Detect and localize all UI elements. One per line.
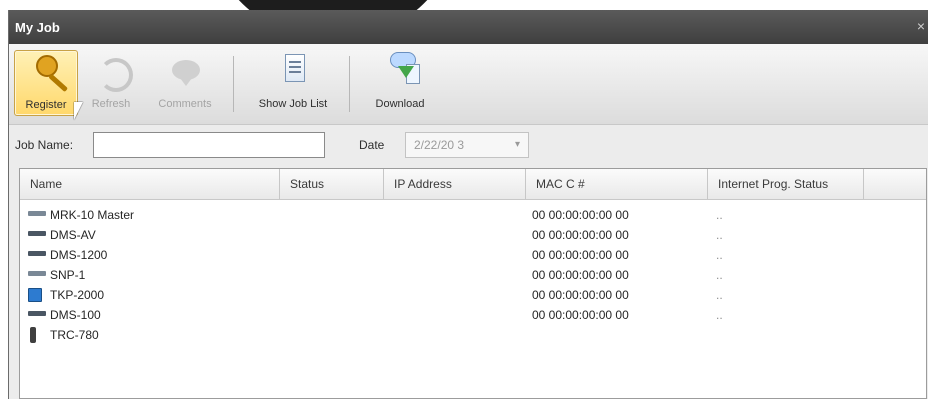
device-bar-icon — [28, 211, 46, 216]
device-bar-icon — [28, 231, 46, 236]
device-internet-status: .. — [716, 248, 723, 262]
date-label: Date — [359, 138, 385, 152]
refresh-label: Refresh — [91, 98, 131, 110]
download-button[interactable]: Download — [357, 50, 443, 114]
device-bar-icon — [28, 271, 46, 276]
device-mac: 00 00:00:00:00 00 — [532, 228, 629, 242]
comments-icon — [165, 50, 205, 90]
device-name: TRC-780 — [50, 328, 99, 342]
device-internet-status: .. — [716, 288, 723, 302]
job-name-label: Job Name: — [15, 138, 74, 152]
filter-bar: Job Name: Date 2/22/20 3 ▾ — [9, 124, 928, 168]
table-row[interactable]: MRK-10 Master 00 00:00:00:00 00 .. — [20, 205, 926, 225]
column-header-internet-prog-status[interactable]: Internet Prog. Status — [708, 169, 864, 199]
refresh-icon — [91, 50, 133, 92]
table-row[interactable]: DMS-1200 00 00:00:00:00 00 .. — [20, 245, 926, 265]
toolbar: Register Refresh Comments Show Job List … — [9, 44, 928, 125]
register-button[interactable]: Register — [14, 50, 78, 116]
my-job-window: My Job × Register Refresh Comments Show … — [8, 10, 928, 399]
job-name-input[interactable] — [93, 132, 325, 158]
column-header-name[interactable]: Name — [20, 169, 280, 199]
show-job-list-button[interactable]: Show Job List — [241, 50, 345, 114]
device-bar-icon — [28, 311, 46, 316]
comments-label: Comments — [158, 98, 212, 110]
device-name: SNP-1 — [50, 268, 86, 282]
device-internet-status: .. — [716, 208, 723, 222]
device-mac: 00 00:00:00:00 00 — [532, 268, 629, 282]
key-icon — [26, 51, 66, 91]
close-icon[interactable]: × — [917, 18, 925, 34]
download-label: Download — [375, 98, 425, 110]
device-internet-status: .. — [716, 228, 723, 242]
column-header-mac[interactable]: MAC C # — [526, 169, 708, 199]
date-value: 2/22/20 3 — [414, 138, 465, 152]
chevron-down-icon[interactable]: ▾ — [515, 139, 520, 150]
column-header-status[interactable]: Status — [280, 169, 384, 199]
remote-icon — [30, 327, 36, 343]
device-internet-status: .. — [716, 268, 723, 282]
table-header: Name Status IP Address MAC C # Internet … — [20, 169, 926, 200]
device-name: MRK-10 Master — [50, 208, 135, 222]
table-row[interactable]: DMS-AV 00 00:00:00:00 00 .. — [20, 225, 926, 245]
device-bar-icon — [28, 251, 46, 256]
table-row[interactable]: TKP-2000 00 00:00:00:00 00 .. — [20, 285, 926, 305]
title-bar: My Job × — [9, 10, 928, 44]
device-name: DMS-100 — [50, 308, 101, 322]
device-mac: 00 00:00:00:00 00 — [532, 248, 629, 262]
table-row[interactable]: SNP-1 00 00:00:00:00 00 .. — [20, 265, 926, 285]
date-picker[interactable]: 2/22/20 3 ▾ — [405, 132, 529, 158]
device-internet-status: .. — [716, 308, 723, 322]
toolbar-separator — [349, 56, 350, 112]
device-mac: 00 00:00:00:00 00 — [532, 308, 629, 322]
mouse-cursor-icon — [74, 102, 83, 120]
table-row[interactable]: TRC-780 — [20, 325, 926, 345]
device-table: Name Status IP Address MAC C # Internet … — [19, 168, 927, 399]
device-name: TKP-2000 — [50, 288, 105, 302]
download-icon — [380, 50, 420, 90]
device-name: DMS-AV — [50, 228, 96, 242]
comments-button[interactable]: Comments — [143, 50, 227, 114]
refresh-button[interactable]: Refresh — [83, 50, 139, 114]
window-title: My Job — [15, 20, 60, 35]
column-header-ip-address[interactable]: IP Address — [384, 169, 526, 199]
show-job-list-label: Show Job List — [258, 98, 328, 110]
device-mac: 00 00:00:00:00 00 — [532, 288, 629, 302]
job-list-icon — [273, 50, 313, 90]
device-mac: 00 00:00:00:00 00 — [532, 208, 629, 222]
toolbar-separator — [233, 56, 234, 112]
touchpanel-icon — [28, 288, 42, 302]
device-name: DMS-1200 — [50, 248, 108, 262]
table-row[interactable]: DMS-100 00 00:00:00:00 00 .. — [20, 305, 926, 325]
register-label: Register — [25, 99, 67, 111]
